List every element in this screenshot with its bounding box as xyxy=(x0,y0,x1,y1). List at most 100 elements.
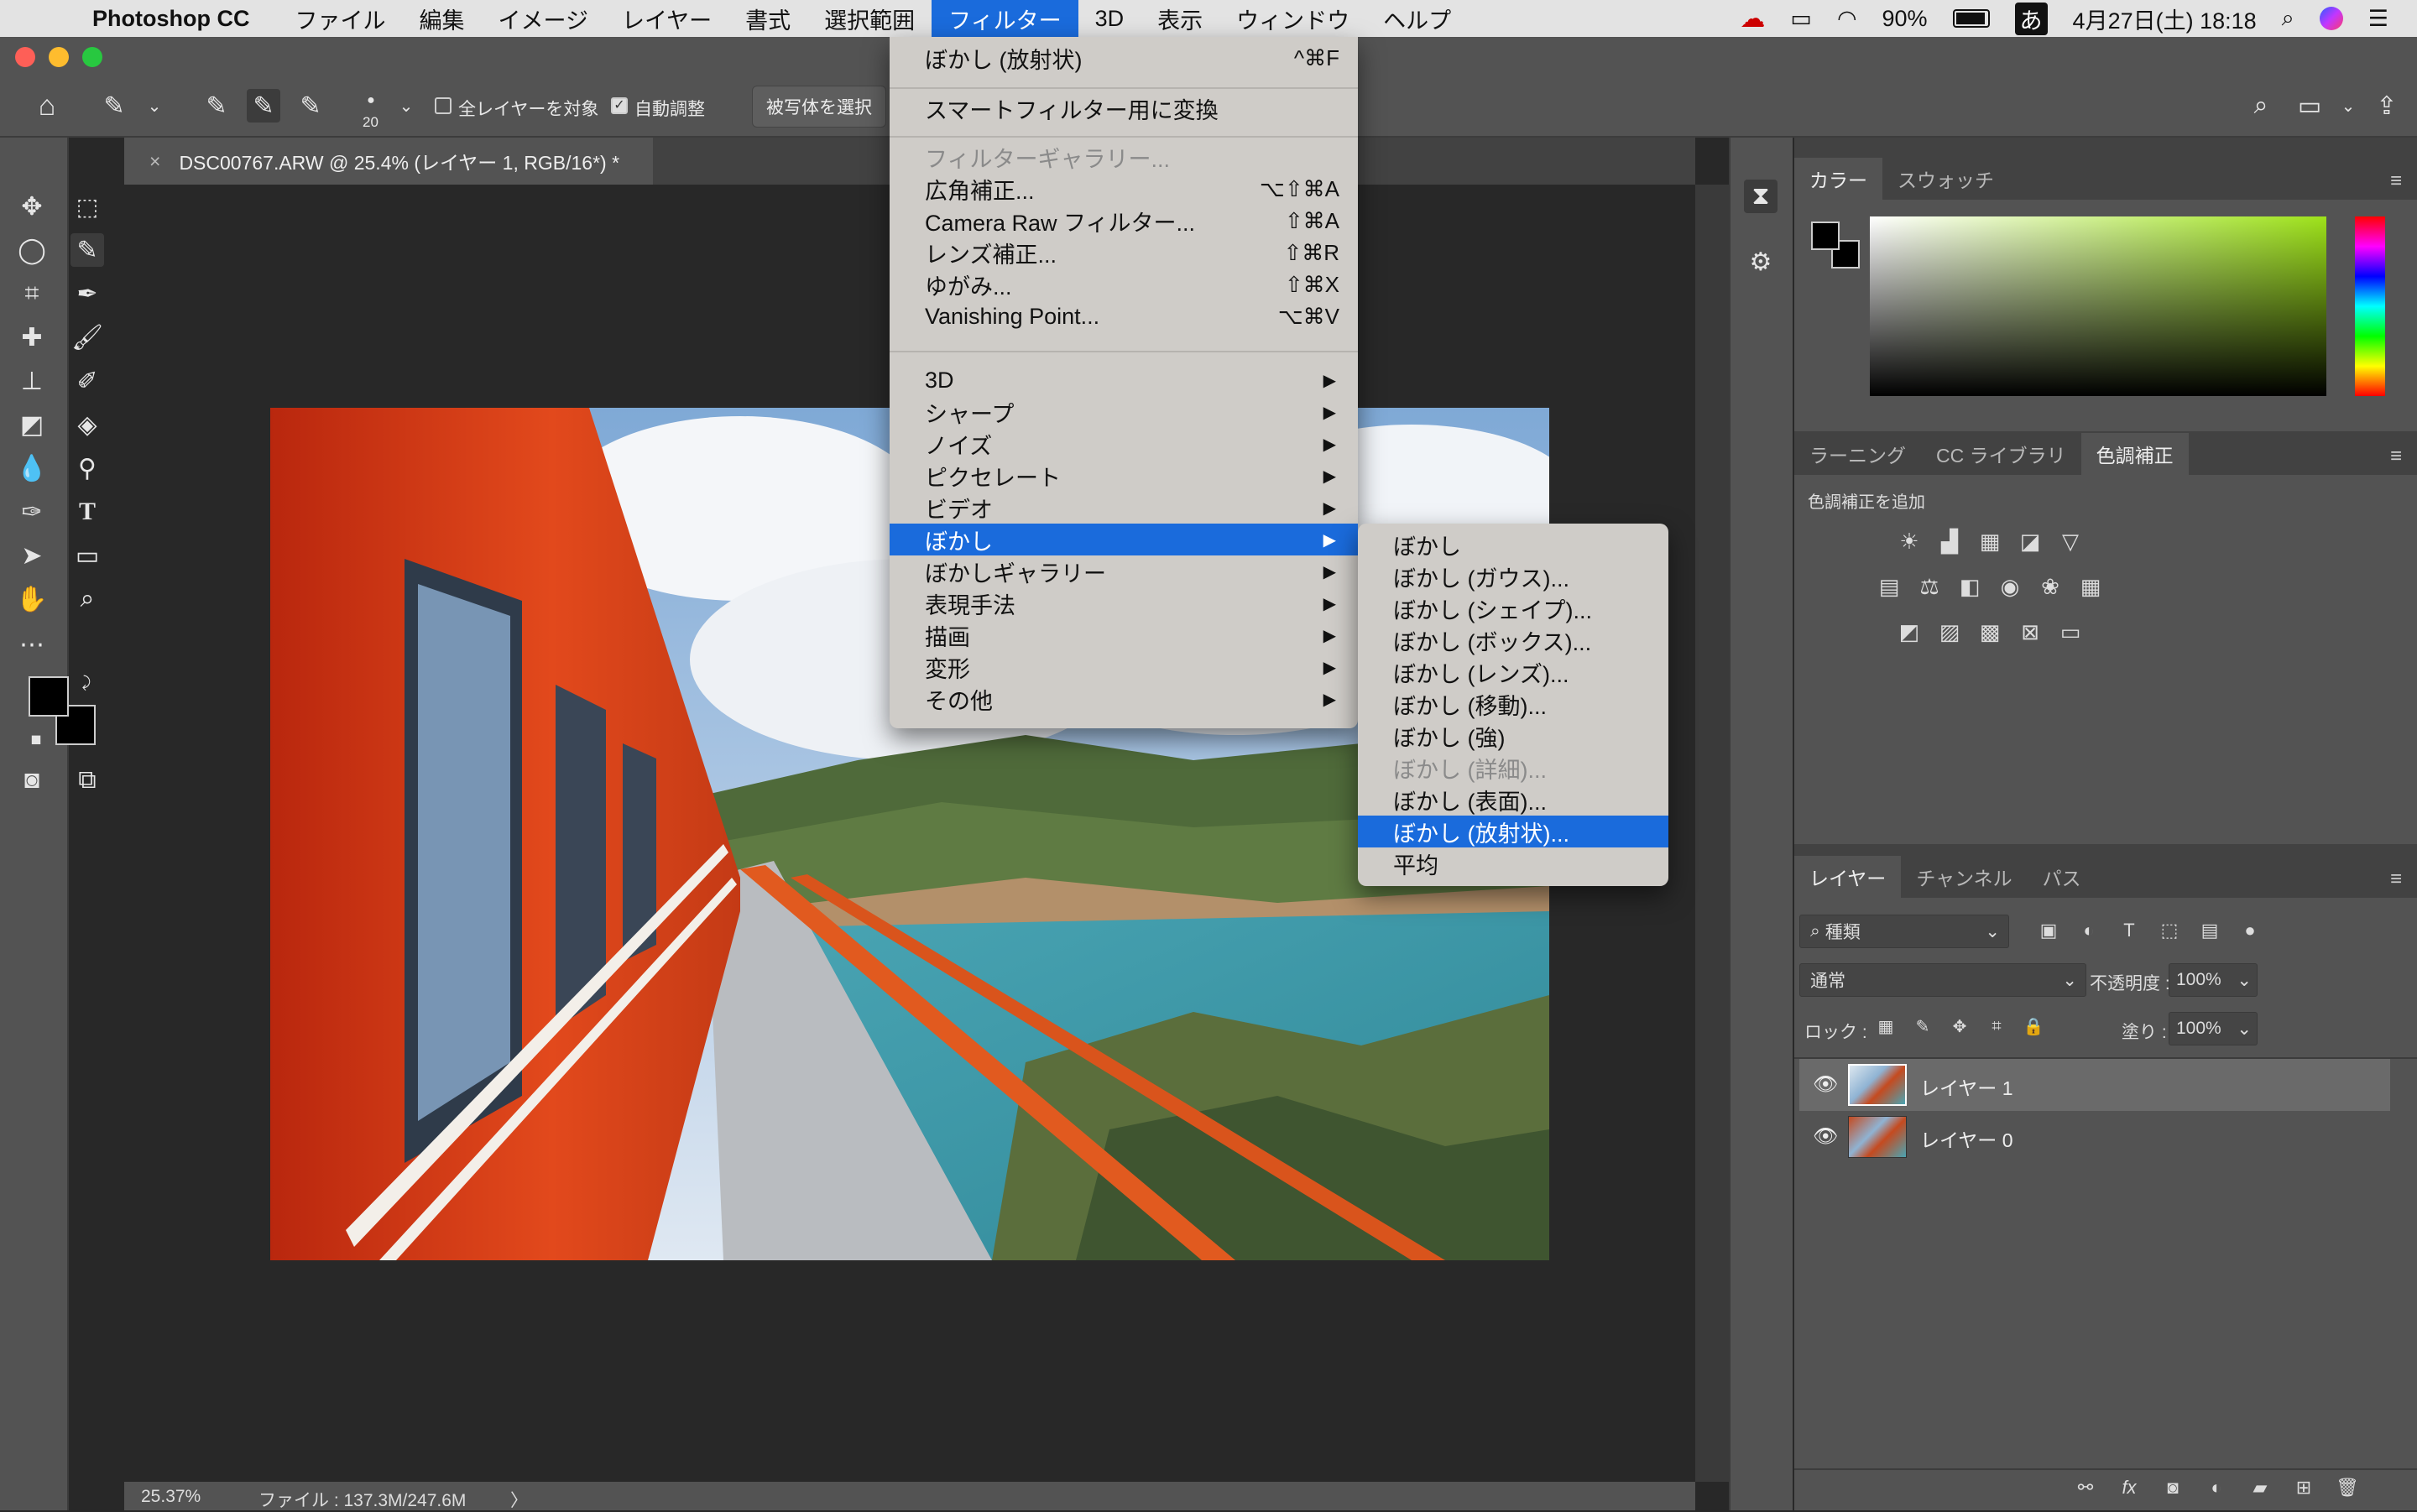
levels-icon[interactable]: ▟ xyxy=(1935,529,1964,554)
color-lookup-icon[interactable]: ▦ xyxy=(2076,574,2105,599)
new-group-icon[interactable]: ▰ xyxy=(2246,1475,2274,1500)
battery-icon[interactable] xyxy=(1952,9,1990,28)
vertical-scrollbar[interactable] xyxy=(1695,185,1729,1482)
menu-item-3d[interactable]: 3D ▶ xyxy=(890,364,1358,396)
lock-image-icon[interactable]: ✎ xyxy=(1908,1014,1937,1039)
menu-item-video[interactable]: ビデオ ▶ xyxy=(890,492,1358,524)
filter-smart-object-icon[interactable]: ▤ xyxy=(2195,918,2224,943)
menu-item-last-filter[interactable]: ぼかし (放射状) ^⌘F xyxy=(890,42,1358,74)
tab-adjustments[interactable]: 色調補正 xyxy=(2080,433,2189,475)
tab-layers[interactable]: レイヤー xyxy=(1794,856,1902,898)
filter-type-icon[interactable]: T xyxy=(2115,918,2143,943)
default-colors-icon[interactable]: ◼ xyxy=(25,728,47,750)
photo-filter-icon[interactable]: ◉ xyxy=(1996,574,2024,599)
menu-item-pixelate[interactable]: ピクセレート ▶ xyxy=(890,460,1358,492)
clock[interactable]: 4月27日(土) 18:18 xyxy=(2073,3,2257,35)
notification-center-icon[interactable]: ☰ xyxy=(2368,6,2388,32)
path-selection-tool-icon[interactable]: ➤ xyxy=(15,539,49,572)
visibility-eye-icon[interactable]: 👁 xyxy=(1813,1072,1838,1097)
eraser-tool-icon[interactable]: ◩ xyxy=(15,408,49,441)
submenu-item-lens-blur[interactable]: ぼかし (レンズ)... xyxy=(1358,656,1668,688)
more-tools-icon[interactable]: ⋯ xyxy=(15,628,49,661)
menu-item-blur-gallery[interactable]: ぼかしギャラリー ▶ xyxy=(890,555,1358,587)
layer-thumbnail[interactable] xyxy=(1848,1116,1907,1158)
menu-select[interactable]: 選択範囲 xyxy=(807,0,932,37)
vibrance-icon[interactable]: ▽ xyxy=(2056,529,2085,554)
crop-tool-icon[interactable]: ⌗ xyxy=(15,277,49,310)
panel-menu-icon[interactable]: ≡ xyxy=(2390,868,2402,891)
tab-channels[interactable]: チャンネル xyxy=(1901,856,2027,898)
menu-layer[interactable]: レイヤー xyxy=(605,0,728,37)
sample-all-layers-checkbox[interactable] xyxy=(435,97,452,114)
tab-color[interactable]: カラー xyxy=(1794,158,1882,200)
new-adjustment-layer-icon[interactable]: ◐ xyxy=(2202,1475,2231,1500)
chevron-down-icon[interactable]: ⌄ xyxy=(2331,89,2365,123)
submenu-item-gaussian-blur[interactable]: ぼかし (ガウス)... xyxy=(1358,560,1668,592)
clone-stamp-tool-icon[interactable]: ⊥ xyxy=(15,364,49,398)
airplay-icon[interactable]: ▭ xyxy=(1790,6,1812,32)
menu-window[interactable]: ウィンドウ xyxy=(1219,0,1366,37)
tab-cc-libraries[interactable]: CC ライブラリ xyxy=(1921,433,2081,475)
hue-slider[interactable] xyxy=(2355,216,2385,396)
rectangle-tool-icon[interactable]: ▭ xyxy=(70,539,104,572)
screen-mode-icon[interactable]: ⧉ xyxy=(70,764,104,797)
window-close-button[interactable] xyxy=(15,47,35,67)
menu-type[interactable]: 書式 xyxy=(728,0,807,37)
submenu-item-shape-blur[interactable]: ぼかし (シェイプ)... xyxy=(1358,592,1668,624)
menu-view[interactable]: 表示 xyxy=(1141,0,1219,37)
add-to-selection-icon[interactable]: ✎ xyxy=(247,89,280,123)
layer-filter-select[interactable]: ⌕ 種類 ⌄ xyxy=(1799,915,2009,948)
quick-mask-icon[interactable]: ◙ xyxy=(15,764,49,797)
history-brush-tool-icon[interactable]: ✐ xyxy=(70,364,104,398)
menu-item-liquify[interactable]: ゆがみ... ⇧⌘X xyxy=(890,269,1358,300)
menu-item-render[interactable]: 描画 ▶ xyxy=(890,619,1358,651)
color-field[interactable] xyxy=(1870,216,2326,396)
menu-item-lens-correction[interactable]: レンズ補正... ⇧⌘R xyxy=(890,237,1358,269)
menu-item-distort[interactable]: 変形 ▶ xyxy=(890,651,1358,683)
paint-bucket-tool-icon[interactable]: ◈ xyxy=(70,408,104,441)
filter-adjustment-icon[interactable]: ◐ xyxy=(2075,918,2103,943)
swap-colors-icon[interactable]: ⤸ xyxy=(76,671,97,693)
brush-size-picker[interactable]: ● xyxy=(354,84,388,117)
tab-swatches[interactable]: スウォッチ xyxy=(1882,158,2009,200)
link-layers-icon[interactable]: ⚯ xyxy=(2071,1475,2100,1500)
layer-row-1[interactable]: 👁 レイヤー 1 xyxy=(1799,1059,2390,1111)
siri-icon[interactable] xyxy=(2319,7,2343,30)
window-minimize-button[interactable] xyxy=(49,47,69,67)
delete-layer-icon[interactable]: 🗑 xyxy=(2333,1475,2362,1500)
wifi-icon[interactable]: ◠ xyxy=(1837,6,1857,32)
healing-brush-tool-icon[interactable]: ✚ xyxy=(15,321,49,354)
tab-learning[interactable]: ラーニング xyxy=(1794,433,1921,475)
filter-pixel-icon[interactable]: ▣ xyxy=(2034,918,2063,943)
file-size-info[interactable]: ファイル : 137.3M/247.6M xyxy=(258,1487,466,1512)
color-balance-icon[interactable]: ⚖ xyxy=(1915,574,1944,599)
chevron-down-icon[interactable]: ⌄ xyxy=(389,89,423,123)
pen-tool-icon[interactable]: ✑ xyxy=(15,495,49,529)
status-menu-arrow[interactable]: 〉 xyxy=(510,1487,528,1512)
blend-mode-select[interactable]: 通常 ⌄ xyxy=(1799,963,2086,997)
layer-row-0[interactable]: 👁 レイヤー 0 xyxy=(1799,1111,2390,1163)
zoom-level[interactable]: 25.37% xyxy=(141,1487,201,1507)
creative-cloud-icon[interactable]: ☁ xyxy=(1740,4,1765,34)
black-white-icon[interactable]: ◧ xyxy=(1955,574,1984,599)
panel-menu-icon[interactable]: ≡ xyxy=(2390,169,2402,193)
share-icon[interactable]: ⇪ xyxy=(2370,89,2404,123)
submenu-item-average[interactable]: 平均 xyxy=(1358,847,1668,879)
hand-tool-icon[interactable]: ✋ xyxy=(15,582,49,616)
search-icon[interactable]: ⌕ xyxy=(2244,89,2278,123)
dodge-tool-icon[interactable]: ⚲ xyxy=(70,451,104,485)
layer-name[interactable]: レイヤー 0 xyxy=(1920,1124,2013,1153)
blur-tool-icon[interactable]: 💧 xyxy=(15,451,49,485)
color-panel-fg-swatch[interactable] xyxy=(1811,222,1840,250)
submenu-item-box-blur[interactable]: ぼかし (ボックス)... xyxy=(1358,624,1668,656)
menu-item-vanishing-point[interactable]: Vanishing Point... ⌥⌘V xyxy=(890,300,1358,332)
fill-field[interactable]: 100% ⌄ xyxy=(2169,1012,2258,1045)
layer-thumbnail[interactable] xyxy=(1848,1064,1907,1106)
visibility-eye-icon[interactable]: 👁 xyxy=(1813,1124,1838,1149)
app-name-menu[interactable]: Photoshop CC xyxy=(92,6,249,32)
menu-edit[interactable]: 編集 xyxy=(402,0,481,37)
layer-style-icon[interactable]: fx xyxy=(2115,1475,2143,1500)
new-layer-icon[interactable]: ⊞ xyxy=(2289,1475,2318,1500)
menu-help[interactable]: ヘルプ xyxy=(1366,0,1468,37)
menu-item-stylize[interactable]: 表現手法 ▶ xyxy=(890,587,1358,619)
